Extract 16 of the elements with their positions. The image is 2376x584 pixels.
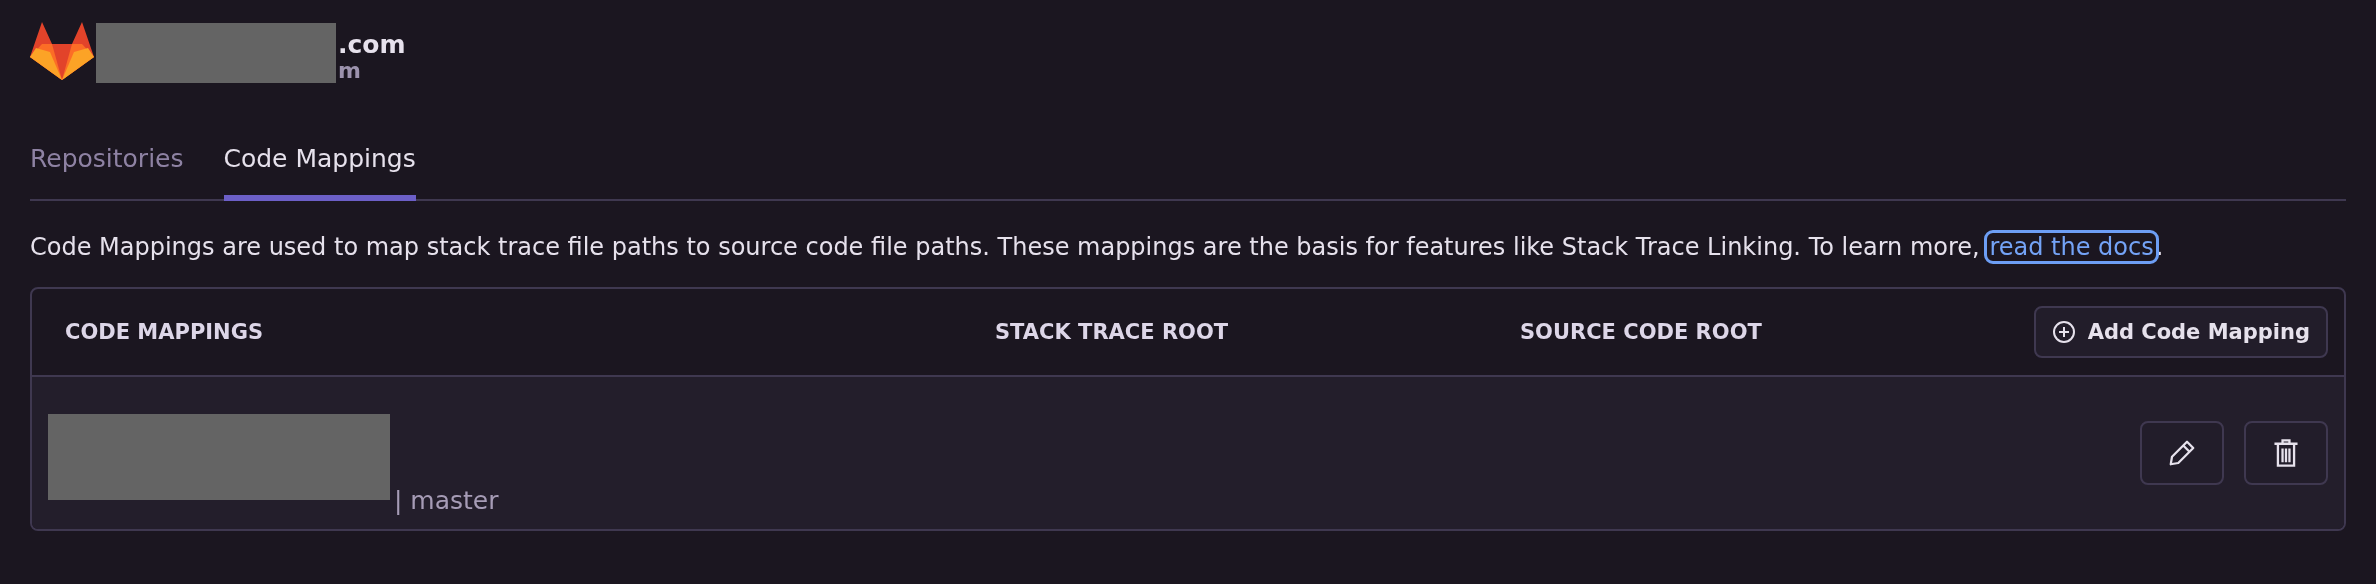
column-header: STACK TRACE ROOT	[995, 320, 1230, 344]
column-header: SOURCE CODE ROOT	[1520, 320, 1763, 344]
fox-logo	[30, 22, 94, 82]
integration-name: .com	[338, 29, 406, 60]
plus-circle-icon	[2051, 320, 2076, 344]
edit-button[interactable]	[2140, 421, 2224, 485]
tab[interactable]: Repositories	[30, 144, 184, 201]
pencil-icon	[2167, 438, 2197, 468]
add-code-mapping-button[interactable]: Add Code Mapping	[2033, 306, 2328, 358]
docs-link[interactable]: read the docs	[1987, 233, 2156, 261]
column-header: CODE MAPPINGS	[65, 320, 265, 344]
integration-subtitle: m	[338, 60, 362, 82]
branch-label: | master	[394, 486, 499, 515]
tab[interactable]: Code Mappings	[223, 144, 416, 201]
delete-button[interactable]	[2244, 421, 2328, 485]
trash-icon	[2272, 438, 2300, 468]
